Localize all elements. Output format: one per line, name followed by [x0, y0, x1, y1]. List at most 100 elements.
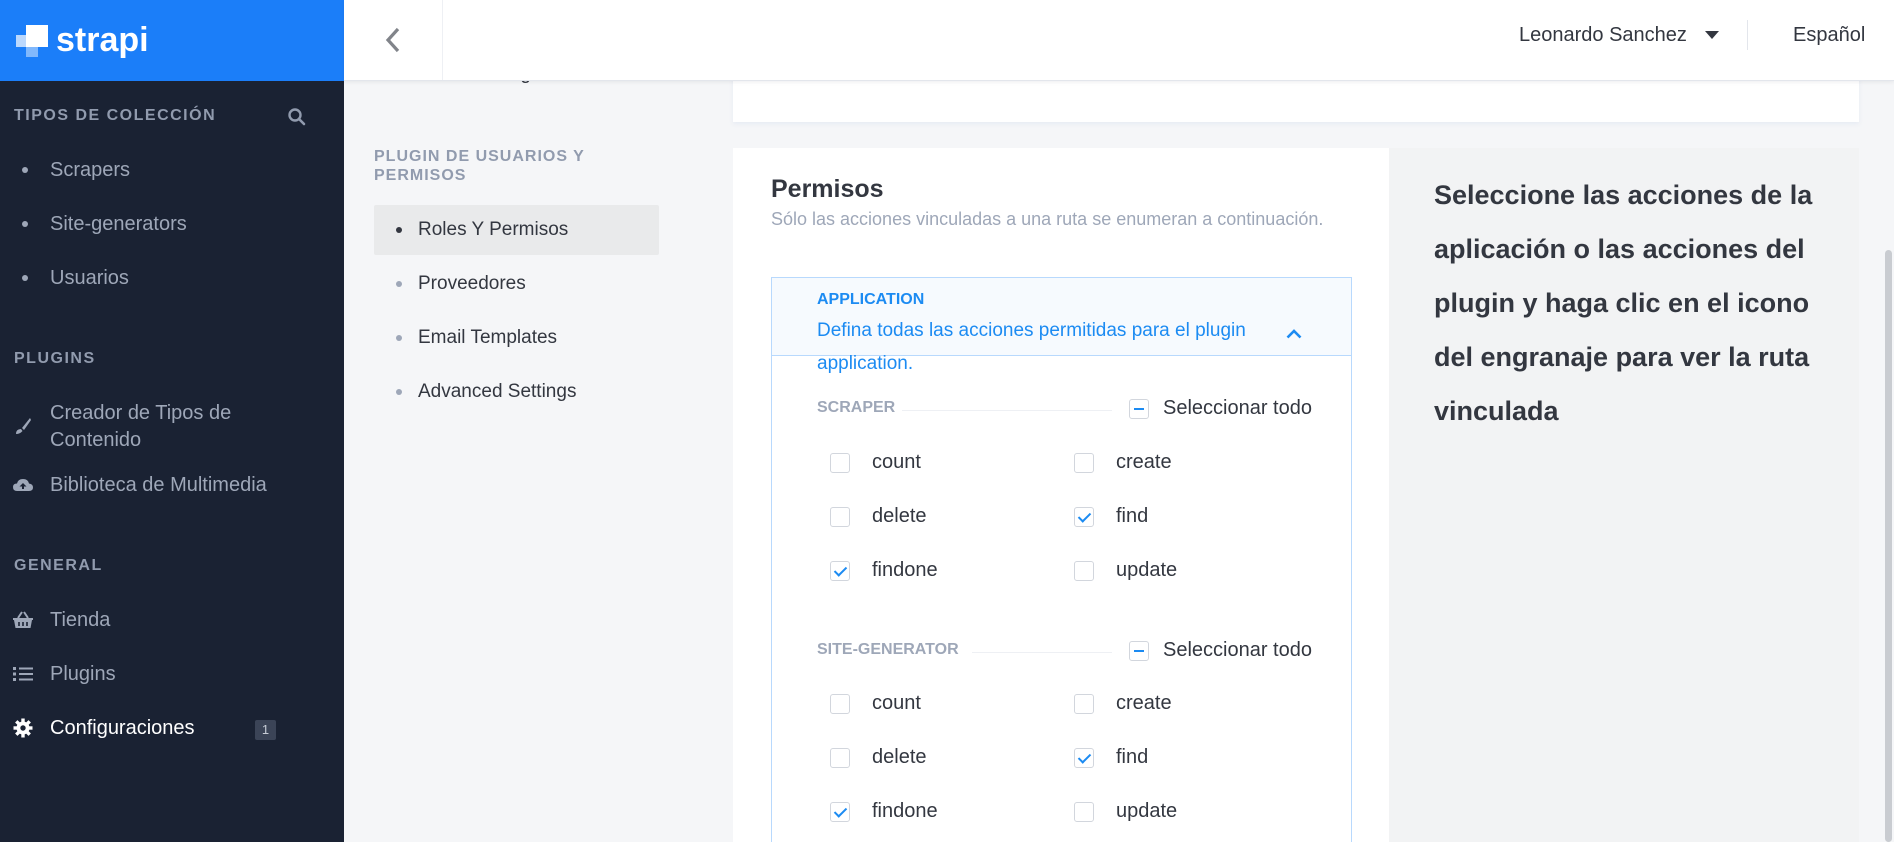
route-info-text: Seleccione las acciones de la aplicación…: [1434, 180, 1813, 426]
permission-checkbox[interactable]: [1074, 506, 1094, 527]
permission-scraper-create[interactable]: create: [1074, 451, 1172, 474]
application-permissions-panel: APPLICATION Defina todas las acciones pe…: [771, 277, 1352, 842]
nav-item-site-generators[interactable]: Site-generators: [0, 204, 344, 244]
bullet-icon: [22, 167, 28, 173]
select-all-label: Seleccionar todo: [1163, 397, 1312, 419]
permissions-card: Permisos Sólo las acciones vinculadas a …: [733, 148, 1389, 842]
left-navigation: strapi TIPOS DE COLECCIÓN Scrapers Site-…: [0, 0, 344, 842]
search-icon[interactable]: [287, 107, 307, 127]
select-all-checkbox[interactable]: [1129, 398, 1149, 419]
subnav-item-roles[interactable]: Roles Y Permisos: [374, 205, 659, 255]
permission-checkbox[interactable]: [830, 801, 850, 822]
application-panel-header[interactable]: APPLICATION Defina todas las acciones pe…: [772, 278, 1351, 374]
back-button[interactable]: [344, 0, 443, 80]
permission-label: create: [1116, 692, 1172, 714]
permission-scraper-delete[interactable]: delete: [830, 505, 927, 528]
permissions-subtitle: Sólo las acciones vinculadas a una ruta …: [771, 209, 1324, 229]
permission-checkbox[interactable]: [1074, 747, 1094, 768]
subnav-item-label: Email Templates: [418, 327, 558, 348]
permission-scraper-update[interactable]: update: [1074, 559, 1177, 582]
permission-label: update: [1116, 559, 1178, 581]
group-label-site-generator: SITE-GENERATOR: [817, 641, 959, 658]
subnav-item-providers[interactable]: Proveedores: [374, 259, 659, 309]
subnav-item-label: Proveedores: [418, 273, 526, 294]
subnav-item-advanced-settings[interactable]: Advanced Settings: [374, 367, 659, 417]
permission-site-generator-create[interactable]: create: [1074, 692, 1172, 715]
permission-label: count: [872, 451, 921, 473]
top-header: Leonardo Sanchez Español: [344, 0, 1894, 81]
group-divider: [972, 652, 1112, 653]
bullet-icon: [396, 227, 402, 233]
select-all-checkbox[interactable]: [1129, 640, 1149, 661]
permission-checkbox[interactable]: [1074, 560, 1094, 581]
user-name: Leonardo Sanchez: [1519, 23, 1687, 46]
subnav-section-title: PLUGIN DE USUARIOS Y PERMISOS: [374, 148, 585, 184]
permission-checkbox[interactable]: [1074, 693, 1094, 714]
nav-item-media-library[interactable]: Biblioteca de Multimedia: [0, 465, 344, 505]
permission-site-generator-update[interactable]: update: [1074, 800, 1177, 823]
brand-header[interactable]: strapi: [0, 0, 344, 81]
nav-item-label: Biblioteca de Multimedia: [50, 473, 267, 496]
chevron-up-icon[interactable]: [1286, 326, 1302, 344]
permission-label: find: [1116, 746, 1149, 768]
bullet-icon: [396, 389, 402, 395]
nav-item-label: Site-generators: [50, 212, 187, 235]
permission-label: create: [1116, 451, 1172, 473]
paint-brush-icon: [10, 416, 36, 436]
bullet-icon: [22, 275, 28, 281]
permission-label: findone: [872, 800, 938, 822]
application-description: Defina todas las acciones permitidas par…: [817, 320, 1246, 374]
nav-item-plugins[interactable]: Plugins: [0, 654, 344, 694]
nav-item-scrapers[interactable]: Scrapers: [0, 150, 344, 190]
chevron-left-icon: [385, 27, 400, 53]
general-section-title: GENERAL: [14, 557, 103, 574]
permission-checkbox[interactable]: [830, 452, 850, 473]
permission-site-generator-count[interactable]: count: [830, 692, 921, 715]
group-label-scraper: SCRAPER: [817, 399, 896, 416]
route-info-panel: Seleccione las acciones de la aplicación…: [1389, 148, 1859, 842]
list-icon: [10, 666, 36, 682]
language-selector[interactable]: Español: [1793, 0, 1865, 70]
nav-item-label: Usuarios: [50, 266, 129, 289]
nav-item-settings[interactable]: Configuraciones: [0, 708, 344, 748]
application-label: APPLICATION: [817, 291, 925, 308]
permission-checkbox[interactable]: [830, 693, 850, 714]
nav-item-label: Creador de Tipos de Contenido: [50, 402, 232, 451]
settings-count-badge: 1: [255, 720, 276, 740]
nav-item-label: Configuraciones: [50, 716, 195, 739]
nav-item-usuarios[interactable]: Usuarios: [0, 258, 344, 298]
group-divider: [902, 410, 1112, 411]
permission-site-generator-delete[interactable]: delete: [830, 746, 927, 769]
user-menu-dropdown[interactable]: Leonardo Sanchez: [1519, 0, 1719, 70]
permission-checkbox[interactable]: [1074, 452, 1094, 473]
shopping-basket-icon: [10, 611, 36, 629]
permission-checkbox[interactable]: [830, 747, 850, 768]
nav-item-content-type-builder[interactable]: Creador de Tipos de Contenido: [0, 400, 344, 456]
permission-scraper-count[interactable]: count: [830, 451, 921, 474]
permissions-title: Permisos: [771, 175, 884, 203]
permission-checkbox[interactable]: [830, 506, 850, 527]
select-all-site-generator[interactable]: Seleccionar todo: [1129, 639, 1312, 662]
subnav-item-label: Roles Y Permisos: [418, 219, 569, 240]
subnav-item-label: Advanced Settings: [418, 381, 577, 402]
strapi-logo-icon: [16, 24, 48, 57]
cloud-upload-icon: [10, 476, 36, 494]
permission-checkbox[interactable]: [830, 560, 850, 581]
permission-checkbox[interactable]: [1074, 801, 1094, 822]
permission-label: find: [1116, 505, 1149, 527]
select-all-label: Seleccionar todo: [1163, 639, 1312, 661]
brand-name: strapi: [56, 21, 149, 59]
permission-scraper-find[interactable]: find: [1074, 505, 1148, 528]
permission-site-generator-findone[interactable]: findone: [830, 800, 938, 823]
permission-label: update: [1116, 800, 1178, 822]
strapi-logo[interactable]: strapi: [16, 21, 149, 60]
subnav-item-email-templates[interactable]: Email Templates: [374, 313, 659, 363]
plugins-section-title: PLUGINS: [14, 350, 96, 367]
page-scrollbar[interactable]: [1885, 250, 1892, 842]
bullet-icon: [396, 281, 402, 287]
select-all-scraper[interactable]: Seleccionar todo: [1129, 397, 1312, 420]
permission-site-generator-find[interactable]: find: [1074, 746, 1148, 769]
collections-section-title: TIPOS DE COLECCIÓN: [14, 107, 217, 124]
permission-scraper-findone[interactable]: findone: [830, 559, 938, 582]
nav-item-marketplace[interactable]: Tienda: [0, 600, 344, 640]
